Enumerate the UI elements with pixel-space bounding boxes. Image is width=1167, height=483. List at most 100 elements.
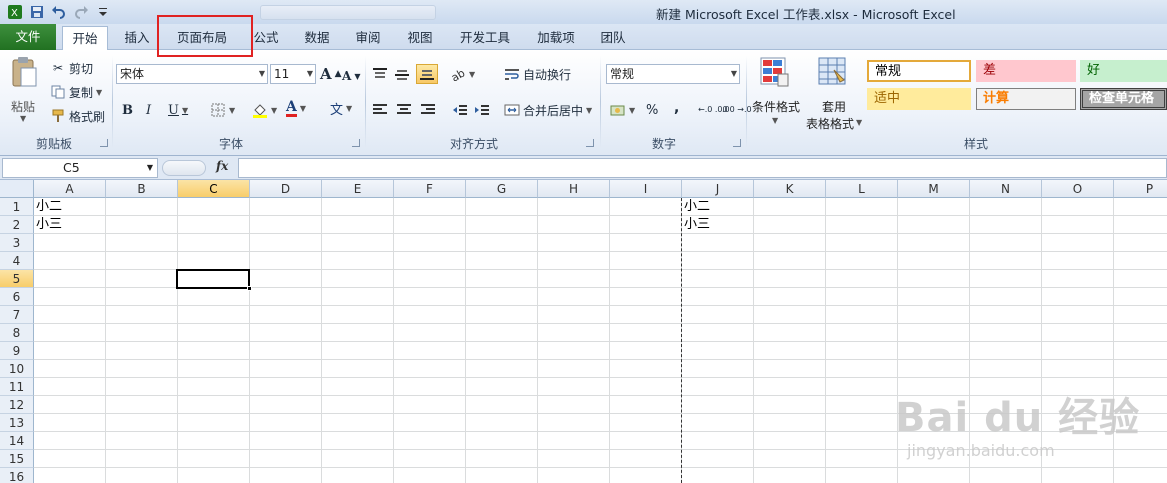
column-header-I[interactable]: I — [610, 180, 682, 198]
excel-logo-icon[interactable]: X — [6, 3, 24, 21]
row-header-15[interactable]: 15 — [0, 450, 34, 468]
formula-input[interactable] — [238, 158, 1167, 178]
font-color-button[interactable]: A ▼ — [286, 98, 306, 118]
phonetic-button[interactable]: 文 ▼ — [330, 98, 352, 118]
cell-J1[interactable]: 小二 — [684, 198, 710, 216]
customize-qat-icon[interactable] — [94, 3, 112, 21]
underline-button[interactable]: U ▼ — [168, 100, 188, 120]
decrease-decimal-button[interactable]: .00 →.0 — [722, 100, 752, 120]
wrap-text-button[interactable]: 自动换行 — [504, 64, 571, 84]
column-header-B[interactable]: B — [106, 180, 178, 198]
merge-center-button[interactable]: 合并后居中 ▼ — [504, 100, 592, 120]
grow-font-button[interactable]: A ▲ — [320, 64, 342, 84]
column-header-A[interactable]: A — [34, 180, 106, 198]
italic-button[interactable]: I — [146, 100, 151, 120]
row-header-6[interactable]: 6 — [0, 288, 34, 306]
align-middle-button[interactable] — [394, 64, 410, 84]
font-name-dropdown[interactable]: 宋体 ▼ — [116, 64, 268, 84]
bold-button[interactable]: B — [122, 100, 133, 120]
fill-color-button[interactable]: ▼ — [252, 100, 277, 120]
tab-review[interactable]: 审阅 — [347, 26, 389, 50]
redo-icon[interactable] — [72, 3, 90, 21]
orientation-button[interactable]: ab ▼ — [450, 64, 475, 84]
row-header-8[interactable]: 8 — [0, 324, 34, 342]
save-icon[interactable] — [28, 3, 46, 21]
style-calculation[interactable]: 计算 — [976, 88, 1076, 110]
row-header-10[interactable]: 10 — [0, 360, 34, 378]
increase-indent-button[interactable] — [474, 100, 490, 120]
style-neutral[interactable]: 适中 — [867, 88, 971, 110]
comma-button[interactable]: , — [674, 98, 679, 118]
column-header-F[interactable]: F — [394, 180, 466, 198]
number-format-dropdown[interactable]: 常规 ▼ — [606, 64, 740, 84]
column-header-J[interactable]: J — [682, 180, 754, 198]
accounting-format-button[interactable]: ▼ — [610, 100, 635, 120]
row-header-16[interactable]: 16 — [0, 468, 34, 483]
column-header-C[interactable]: C — [178, 180, 250, 198]
tab-addins[interactable]: 加载项 — [528, 26, 584, 50]
shrink-font-button[interactable]: A ▼ — [342, 66, 360, 86]
row-header-2[interactable]: 2 — [0, 216, 34, 234]
row-header-5[interactable]: 5 — [0, 270, 34, 288]
tab-file[interactable]: 文件 — [0, 24, 56, 50]
row-header-3[interactable]: 3 — [0, 234, 34, 252]
cut-button[interactable]: ✂ 剪切 — [50, 58, 93, 78]
copy-button[interactable]: 复制 ▼ — [50, 82, 102, 102]
tab-insert[interactable]: 插入 — [116, 26, 158, 50]
style-check-cell[interactable]: 检查单元格 — [1080, 88, 1167, 110]
formula-bar-grip-icon[interactable] — [162, 160, 206, 176]
decrease-indent-button[interactable] — [452, 100, 468, 120]
column-header-M[interactable]: M — [898, 180, 970, 198]
conditional-formatting-button[interactable]: 条件格式 ▼ — [750, 56, 802, 126]
increase-decimal-button[interactable]: ←.0 .00 — [698, 100, 728, 120]
column-header-N[interactable]: N — [970, 180, 1042, 198]
row-header-1[interactable]: 1 — [0, 198, 34, 216]
column-header-P[interactable]: P — [1114, 180, 1167, 198]
cell-A1[interactable]: 小二 — [36, 198, 62, 216]
row-header-7[interactable]: 7 — [0, 306, 34, 324]
tab-developer[interactable]: 开发工具 — [452, 26, 518, 50]
align-bottom-button[interactable] — [416, 64, 438, 84]
tab-home[interactable]: 开始 — [62, 26, 108, 51]
active-cell-selection[interactable] — [176, 269, 252, 291]
column-header-E[interactable]: E — [322, 180, 394, 198]
tab-data[interactable]: 数据 — [296, 26, 338, 50]
insert-function-button[interactable]: fx — [216, 159, 228, 173]
align-center-button[interactable] — [396, 100, 412, 120]
style-good[interactable]: 好 — [1080, 60, 1167, 82]
cell-J2[interactable]: 小三 — [684, 216, 710, 234]
column-header-D[interactable]: D — [250, 180, 322, 198]
row-header-4[interactable]: 4 — [0, 252, 34, 270]
clipboard-launcher-icon[interactable] — [100, 139, 108, 147]
name-box[interactable]: C5 ▼ — [2, 158, 158, 178]
font-launcher-icon[interactable] — [352, 139, 360, 147]
row-header-12[interactable]: 12 — [0, 396, 34, 414]
column-header-K[interactable]: K — [754, 180, 826, 198]
tab-team[interactable]: 团队 — [593, 26, 633, 50]
column-header-H[interactable]: H — [538, 180, 610, 198]
select-all-corner[interactable] — [0, 180, 34, 198]
style-bad[interactable]: 差 — [976, 60, 1076, 82]
percent-button[interactable]: % — [646, 100, 658, 120]
align-left-button[interactable] — [372, 100, 388, 120]
column-header-G[interactable]: G — [466, 180, 538, 198]
alignment-launcher-icon[interactable] — [586, 139, 594, 147]
row-header-9[interactable]: 9 — [0, 342, 34, 360]
column-header-O[interactable]: O — [1042, 180, 1114, 198]
tab-view[interactable]: 视图 — [399, 26, 441, 50]
row-header-11[interactable]: 11 — [0, 378, 34, 396]
paste-button[interactable]: 粘贴 ▼ — [8, 56, 40, 123]
align-right-button[interactable] — [420, 100, 436, 120]
style-normal[interactable]: 常规 — [867, 60, 971, 82]
column-header-L[interactable]: L — [826, 180, 898, 198]
borders-button[interactable]: ▼ — [210, 100, 235, 120]
format-painter-button[interactable]: 格式刷 — [50, 106, 105, 126]
row-header-14[interactable]: 14 — [0, 432, 34, 450]
format-as-table-button[interactable]: 套用 表格格式 ▼ — [804, 56, 864, 131]
align-top-button[interactable] — [372, 64, 388, 84]
font-size-dropdown[interactable]: 11 ▼ — [270, 64, 316, 84]
fill-handle[interactable] — [247, 286, 252, 291]
number-launcher-icon[interactable] — [733, 139, 741, 147]
undo-icon[interactable] — [50, 3, 68, 21]
row-header-13[interactable]: 13 — [0, 414, 34, 432]
